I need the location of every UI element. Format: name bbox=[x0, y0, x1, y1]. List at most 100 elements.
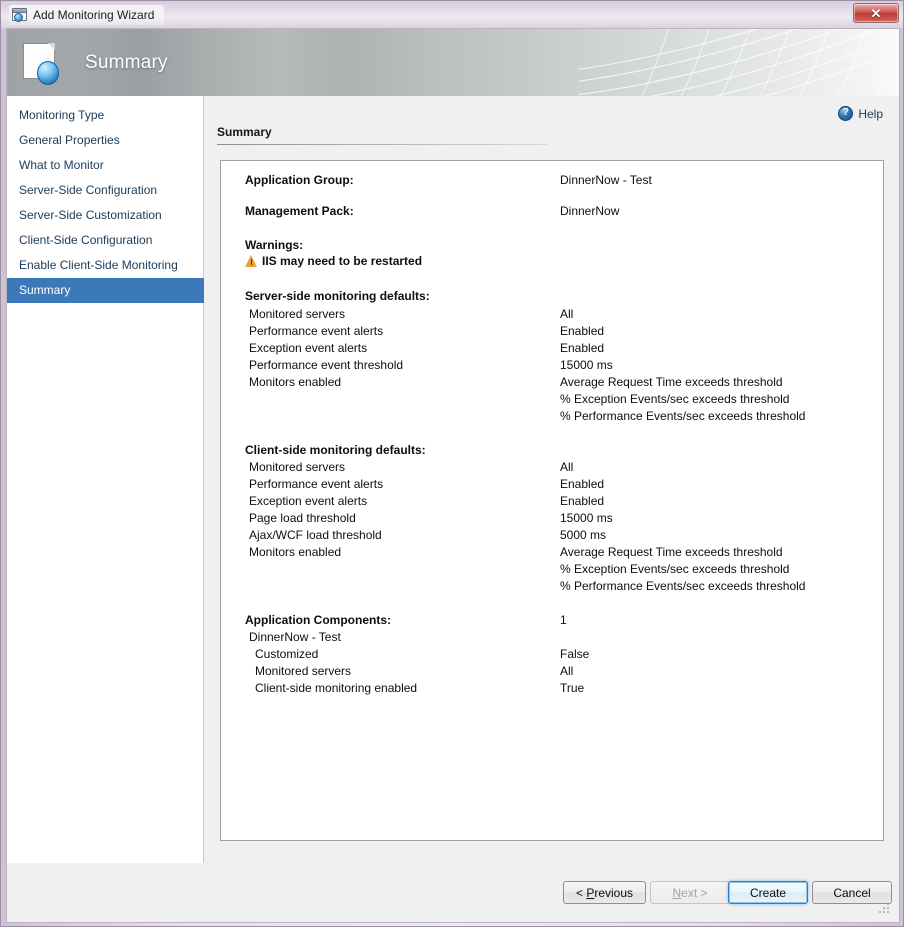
banner-title: Summary bbox=[85, 52, 168, 74]
previous-button[interactable]: < Previous bbox=[563, 881, 646, 904]
summary-row-label: Client-side monitoring defaults: bbox=[245, 443, 426, 457]
summary-row: % Performance Events/sec exceeds thresho… bbox=[221, 409, 883, 426]
sidebar-item-monitoring-type[interactable]: Monitoring Type bbox=[7, 103, 203, 128]
summary-row-value: 15000 ms bbox=[560, 358, 613, 372]
summary-row-value: Average Request Time exceeds threshold bbox=[560, 375, 783, 389]
summary-row-value: DinnerNow bbox=[560, 204, 619, 218]
summary-row-value: 1 bbox=[560, 613, 567, 627]
summary-row-label: Exception event alerts bbox=[249, 341, 367, 355]
summary-row-label: Server-side monitoring defaults: bbox=[245, 289, 430, 303]
summary-row-value: 15000 ms bbox=[560, 511, 613, 525]
summary-row-label: IIS may need to be restarted bbox=[245, 254, 422, 268]
window-title: Add Monitoring Wizard bbox=[33, 8, 154, 22]
wizard-window-icon bbox=[11, 7, 27, 23]
previous-button-label: < Previous bbox=[576, 886, 633, 900]
summary-row-value: % Exception Events/sec exceeds threshold bbox=[560, 562, 789, 576]
sidebar-item-label: General Properties bbox=[19, 133, 120, 147]
sidebar-item-label: What to Monitor bbox=[19, 158, 104, 172]
summary-row: % Exception Events/sec exceeds threshold bbox=[221, 562, 883, 579]
summary-row-value: Average Request Time exceeds threshold bbox=[560, 545, 783, 559]
sidebar-item-label: Server-Side Configuration bbox=[19, 183, 157, 197]
summary-row: Ajax/WCF load threshold 5000 ms bbox=[221, 528, 883, 545]
help-link[interactable]: Help bbox=[838, 106, 883, 121]
summary-panel: Application Group: DinnerNow - Test Manage… bbox=[220, 160, 884, 841]
sidebar-item-client-side-configuration[interactable]: Client-Side Configuration bbox=[7, 228, 203, 253]
summary-row-label: Page load threshold bbox=[249, 511, 356, 525]
sidebar-item-enable-client-side-monitoring[interactable]: Enable Client-Side Monitoring bbox=[7, 253, 203, 278]
summary-row: IIS may need to be restarted bbox=[221, 254, 883, 271]
summary-row: Management Pack: DinnerNow bbox=[221, 204, 883, 221]
cancel-button-label: Cancel bbox=[833, 886, 870, 900]
sidebar-item-what-to-monitor[interactable]: What to Monitor bbox=[7, 153, 203, 178]
summary-row-value: Enabled bbox=[560, 477, 604, 491]
help-circle-icon bbox=[838, 106, 853, 121]
summary-row-label-text: IIS may need to be restarted bbox=[262, 254, 422, 268]
wizard-banner: Summary bbox=[7, 29, 899, 96]
section-divider bbox=[217, 144, 547, 145]
summary-row: Exception event alerts Enabled bbox=[221, 494, 883, 511]
warning-triangle-icon bbox=[245, 255, 258, 267]
summary-row: Application Components:1 bbox=[221, 613, 883, 630]
summary-row-label: Management Pack: bbox=[245, 204, 354, 218]
summary-row-label: Client-side monitoring enabled bbox=[255, 681, 417, 695]
summary-row-label: Ajax/WCF load threshold bbox=[249, 528, 382, 542]
help-label: Help bbox=[858, 107, 883, 121]
page-title: Summary bbox=[217, 125, 272, 139]
wizard-footer: < Previous Next > Create Cancel bbox=[7, 863, 899, 922]
sidebar-item-summary[interactable]: Summary bbox=[7, 278, 204, 303]
summary-row-label: Monitored servers bbox=[255, 664, 351, 678]
create-button-label: Create bbox=[750, 886, 786, 900]
summary-row-label: Monitors enabled bbox=[249, 545, 341, 559]
summary-row: Monitored servers All bbox=[221, 460, 883, 477]
sidebar-item-server-side-customization[interactable]: Server-Side Customization bbox=[7, 203, 203, 228]
summary-row-value: Enabled bbox=[560, 324, 604, 338]
sidebar-item-label: Summary bbox=[19, 283, 70, 297]
summary-row-label: Application Group: bbox=[245, 173, 354, 187]
summary-row: Client-side monitoring enabled True bbox=[221, 681, 883, 698]
summary-row-value: 5000 ms bbox=[560, 528, 606, 542]
summary-row: Monitors enabled Average Request Time exc… bbox=[221, 545, 883, 562]
title-bar[interactable]: Add Monitoring Wizard ✕ bbox=[1, 1, 904, 28]
summary-row-value: True bbox=[560, 681, 584, 695]
resize-grip[interactable] bbox=[878, 902, 890, 914]
summary-row-value: % Performance Events/sec exceeds thresho… bbox=[560, 409, 805, 423]
summary-row-value: % Performance Events/sec exceeds thresho… bbox=[560, 579, 805, 593]
summary-row: % Exception Events/sec exceeds threshold bbox=[221, 392, 883, 409]
close-button[interactable]: ✕ bbox=[853, 3, 899, 23]
summary-row: Performance event alerts Enabled bbox=[221, 477, 883, 494]
summary-row-label: Performance event alerts bbox=[249, 324, 383, 338]
sidebar-item-label: Monitoring Type bbox=[19, 108, 104, 122]
sidebar-item-label: Client-Side Configuration bbox=[19, 233, 152, 247]
summary-row: Server-side monitoring defaults: bbox=[221, 289, 883, 306]
summary-row-value: % Exception Events/sec exceeds threshold bbox=[560, 392, 789, 406]
add-monitoring-wizard-window: Add Monitoring Wizard ✕ bbox=[0, 0, 904, 927]
banner-mesh-decoration bbox=[579, 29, 899, 96]
summary-row-label: Performance event alerts bbox=[249, 477, 383, 491]
summary-row-value: All bbox=[560, 307, 573, 321]
next-button-label: Next > bbox=[672, 886, 707, 900]
wizard-page-icon bbox=[21, 41, 65, 85]
wizard-step-nav: Monitoring Type General Properties What to… bbox=[7, 96, 204, 863]
sidebar-item-server-side-configuration[interactable]: Server-Side Configuration bbox=[7, 178, 203, 203]
summary-row: CustomizedFalse bbox=[221, 647, 883, 664]
summary-row-value: DinnerNow - Test bbox=[560, 173, 652, 187]
sidebar-item-general-properties[interactable]: General Properties bbox=[7, 128, 203, 153]
summary-row: Client-side monitoring defaults: bbox=[221, 443, 883, 460]
cancel-button[interactable]: Cancel bbox=[812, 881, 892, 904]
summary-row: Warnings: bbox=[221, 238, 883, 255]
summary-row: Page load threshold 15000 ms bbox=[221, 511, 883, 528]
create-button[interactable]: Create bbox=[728, 881, 808, 904]
summary-row-value: All bbox=[560, 460, 573, 474]
summary-row-value: False bbox=[560, 647, 589, 661]
summary-row-label: DinnerNow - Test bbox=[249, 630, 341, 644]
sidebar-item-label: Server-Side Customization bbox=[19, 208, 162, 222]
summary-row: Monitors enabledAverage Request Time exc… bbox=[221, 375, 883, 392]
title-bar-tab: Add Monitoring Wizard bbox=[9, 5, 164, 25]
summary-row-value: Enabled bbox=[560, 494, 604, 508]
summary-row-label: Exception event alerts bbox=[249, 494, 367, 508]
next-button: Next > bbox=[650, 881, 730, 904]
summary-row-value: Enabled bbox=[560, 341, 604, 355]
summary-row-label: Monitored servers bbox=[249, 460, 345, 474]
summary-row: % Performance Events/sec exceeds thresho… bbox=[221, 579, 883, 596]
sidebar-item-label: Enable Client-Side Monitoring bbox=[19, 258, 178, 272]
